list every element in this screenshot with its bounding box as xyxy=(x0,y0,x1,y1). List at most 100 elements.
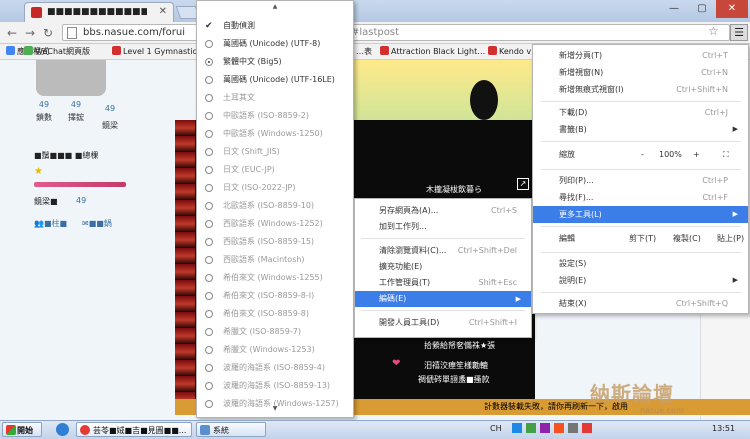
menu-zoom: 縮放 - 100% + ⛶ xyxy=(533,144,748,166)
submenu-item[interactable]: 加到工作列... xyxy=(355,219,531,235)
menu-print[interactable]: 列印(P)... Ctrl+P xyxy=(533,172,748,189)
menu-incognito[interactable]: 新增無痕式視窗(I) Ctrl+Shift+N xyxy=(533,81,748,98)
menu-bookmarks[interactable]: 書籤(B) ▶ xyxy=(533,121,748,138)
taskbar-chrome[interactable]: 芸苓■娀■吉■見圓■■... xyxy=(76,422,192,437)
stat-label: 擇鋐 xyxy=(68,113,84,122)
cut-button[interactable]: 剪下(T) xyxy=(629,229,656,249)
encoding-option[interactable]: ✔ 自動偵測 xyxy=(197,17,353,35)
tray-icon[interactable] xyxy=(512,423,522,433)
radio-icon xyxy=(205,94,213,102)
youtube-icon xyxy=(488,46,497,55)
stat-value[interactable]: 49 xyxy=(100,104,120,113)
message-link[interactable]: ✉■■鍋 xyxy=(82,218,112,229)
avatar[interactable] xyxy=(36,60,106,96)
zoom-in-button[interactable]: + xyxy=(693,144,700,166)
encoding-option[interactable]: 希伯來文 (Windows-1255) xyxy=(197,269,353,287)
page-icon xyxy=(67,27,77,39)
scroll-up-icon[interactable]: ▲ xyxy=(197,3,353,10)
encoding-option[interactable]: 希伯來文 (ISO-8859-8) xyxy=(197,305,353,323)
submenu-item[interactable]: 清除瀏覽資料(C)... Ctrl+Shift+Del xyxy=(355,243,531,259)
scroll-down-icon[interactable]: ▼ xyxy=(197,405,353,412)
menu-exit[interactable]: 結束(X) Ctrl+Shift+Q xyxy=(533,295,748,312)
submenu-item[interactable]: 編碼(E) ▶ xyxy=(355,291,531,307)
zoom-level: 100% xyxy=(659,150,682,159)
encoding-option[interactable]: 西歐語系 (ISO-8859-15) xyxy=(197,233,353,251)
encoding-option[interactable]: 土耳其文 xyxy=(197,89,353,107)
divider xyxy=(541,252,741,253)
tray-icon[interactable] xyxy=(582,423,592,433)
back-icon[interactable]: ← xyxy=(4,25,20,41)
fullscreen-icon[interactable]: ⛶ xyxy=(723,144,729,166)
menu-new-tab[interactable]: 新增分頁(T) Ctrl+T xyxy=(533,47,748,64)
volume-icon[interactable] xyxy=(568,423,578,433)
encoding-option[interactable]: 日文 (EUC-JP) xyxy=(197,161,353,179)
apps-icon xyxy=(6,46,15,55)
minimize-button[interactable]: — xyxy=(660,0,688,18)
encoding-option[interactable]: 北歐語系 (ISO-8859-10) xyxy=(197,197,353,215)
expand-icon[interactable]: ↗ xyxy=(517,178,529,190)
copy-button[interactable]: 複製(C) xyxy=(673,229,701,249)
menu-new-window[interactable]: 新增視窗(N) Ctrl+N xyxy=(533,64,748,81)
bookmark-star-icon[interactable]: ☆ xyxy=(708,24,719,38)
encoding-option[interactable]: 希臘文 (Windows-1253) xyxy=(197,341,353,359)
encoding-option[interactable]: 希臘文 (ISO-8859-7) xyxy=(197,323,353,341)
input-language[interactable]: CH xyxy=(490,424,502,433)
close-window-button[interactable]: ✕ xyxy=(716,0,748,18)
encoding-option[interactable]: 波羅的海語系 (ISO-8859-13) xyxy=(197,377,353,395)
encoding-option[interactable]: 日文 (ISO-2022-JP) xyxy=(197,179,353,197)
chrome-menu-button[interactable]: ☰ xyxy=(730,24,748,41)
menu-help[interactable]: 說明(E) ▶ xyxy=(533,272,748,289)
submenu-item[interactable]: 擴充功能(E) xyxy=(355,259,531,275)
encoding-option[interactable]: 西歐語系 (Macintosh) xyxy=(197,251,353,269)
tray-icon[interactable] xyxy=(554,423,564,433)
divider xyxy=(541,169,741,170)
radio-icon xyxy=(205,40,213,48)
bookmark-gymnastics[interactable]: Level 1 Gymnastics xyxy=(112,46,201,56)
chevron-right-icon: ▶ xyxy=(732,125,738,133)
reload-icon[interactable]: ↻ xyxy=(40,25,56,41)
encoding-option[interactable]: 中歐語系 (Windows-1250) xyxy=(197,125,353,143)
maximize-button[interactable]: ▢ xyxy=(688,0,716,18)
bookmark-wechat[interactable]: WeChat網頁版 xyxy=(24,46,90,57)
address-bar[interactable]: bbs.nasue.com/forui #lastpost xyxy=(62,24,730,41)
zoom-out-button[interactable]: - xyxy=(641,144,644,166)
encoding-option[interactable]: 西歐語系 (Windows-1252) xyxy=(197,215,353,233)
radio-icon xyxy=(205,76,213,84)
tray-icon[interactable] xyxy=(526,423,536,433)
youtube-icon xyxy=(380,46,389,55)
encoding-option[interactable]: 繁體中文 (Big5) xyxy=(197,53,353,71)
menu-downloads[interactable]: 下載(D) Ctrl+J xyxy=(533,104,748,121)
bookmark-misc[interactable]: …表 xyxy=(356,46,372,57)
clock: 13:51 xyxy=(712,424,736,433)
stat-value[interactable]: 49 xyxy=(66,100,86,109)
encoding-option[interactable]: 萬國碼 (Unicode) (UTF-8) xyxy=(197,35,353,53)
encoding-option[interactable]: 波羅的海語系 (ISO-8859-4) xyxy=(197,359,353,377)
paste-button[interactable]: 貼上(P) xyxy=(717,229,744,249)
bookmark-attraction[interactable]: Attraction Black Light… xyxy=(380,46,485,56)
submenu-item[interactable]: 另存網頁為(A)... Ctrl+S xyxy=(355,203,531,219)
tray-icon[interactable] xyxy=(540,423,550,433)
menu-settings[interactable]: 設定(S) xyxy=(533,255,748,272)
encoding-option[interactable]: 萬國碼 (Unicode) (UTF-16LE) xyxy=(197,71,353,89)
radio-icon xyxy=(205,310,213,318)
encoding-option[interactable]: 希伯來文 (ISO-8859-8-I) xyxy=(197,287,353,305)
menu-find[interactable]: 尋找(F)... Ctrl+F xyxy=(533,189,748,206)
points-label: 鏡梁■ xyxy=(34,197,58,206)
stat-value[interactable]: 49 xyxy=(34,100,54,109)
points-value[interactable]: 49 xyxy=(76,196,86,205)
submenu-item[interactable]: 開發人員工具(D) Ctrl+Shift+I xyxy=(355,315,531,331)
encoding-option[interactable]: 中歐語系 (ISO-8859-2) xyxy=(197,107,353,125)
forward-icon[interactable]: → xyxy=(22,25,38,41)
window-controls: — ▢ ✕ xyxy=(660,0,750,18)
radio-icon xyxy=(205,148,213,156)
menu-more-tools[interactable]: 更多工具(L) ▶ xyxy=(533,206,748,223)
encoding-option[interactable]: 日文 (Shift_JIS) xyxy=(197,143,353,161)
browser-tab[interactable]: ■■■■■■■■■■■■■■■ ✕ xyxy=(24,2,174,22)
ie-icon[interactable] xyxy=(56,423,69,436)
start-button[interactable]: 開始 xyxy=(2,422,42,437)
taskbar-system[interactable]: 系統 xyxy=(196,422,266,437)
add-friend-link[interactable]: 👥■柱■ xyxy=(34,218,67,229)
close-tab-icon[interactable]: ✕ xyxy=(159,6,167,17)
chevron-right-icon: ▶ xyxy=(515,295,521,303)
submenu-item[interactable]: 工作管理員(T) Shift+Esc xyxy=(355,275,531,291)
